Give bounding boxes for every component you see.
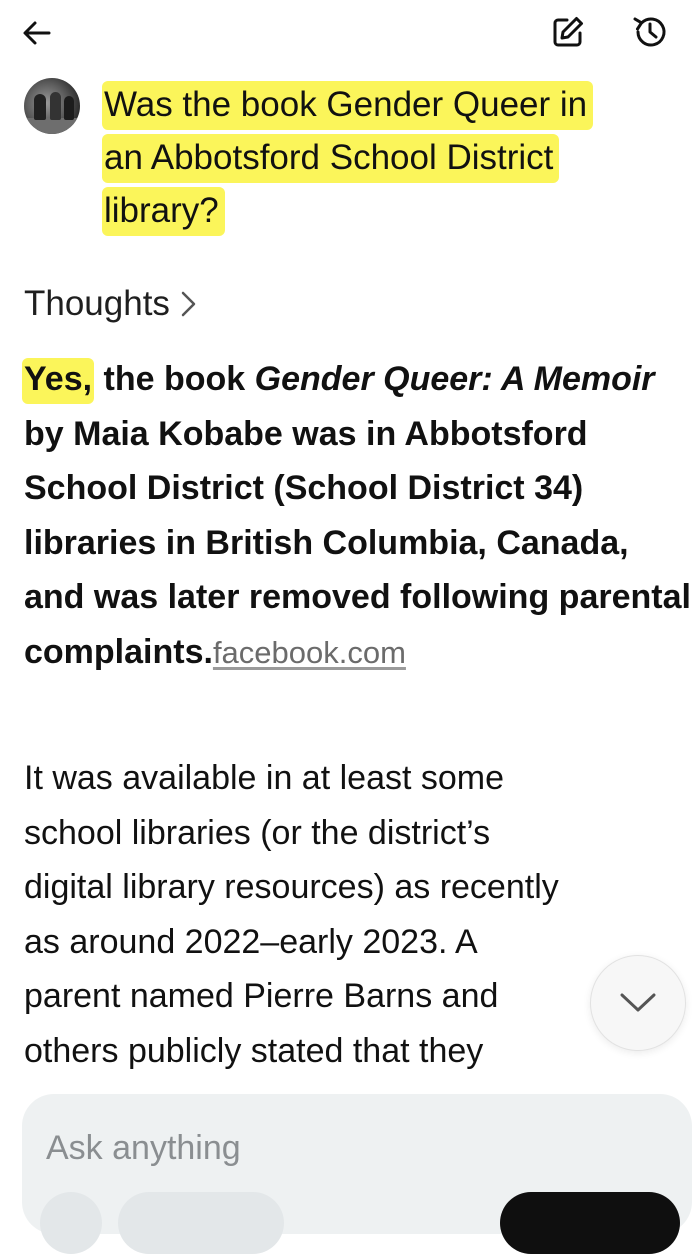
para2-line-1: It was available in at least some [24, 759, 505, 797]
thoughts-label: Thoughts [24, 284, 170, 323]
arrow-left-icon [23, 21, 51, 45]
answer-yes: Yes, [22, 358, 95, 404]
para2-line-6: others publicly stated that they [24, 1031, 484, 1070]
answer-text-b: by Maia Kobabe was in Abbotsford School … [24, 414, 691, 671]
composer [22, 1094, 692, 1254]
scroll-to-bottom-button[interactable] [590, 955, 686, 1051]
ask-input[interactable] [44, 1124, 648, 1172]
para2-line-5: parent named Pierre Barns and [24, 977, 499, 1015]
submit-button[interactable] [500, 1192, 680, 1254]
book-title: Gender Queer: A Memoir [254, 360, 655, 398]
back-button[interactable] [14, 10, 60, 56]
question-line-1: Was the book Gender Queer in [102, 81, 594, 130]
new-chat-button[interactable] [544, 8, 592, 56]
chevron-right-icon [181, 291, 196, 317]
source-link[interactable]: facebook.com [213, 635, 406, 670]
mode-selector-button[interactable] [118, 1192, 284, 1254]
para2-line-2: school libraries (or the district’s [24, 813, 491, 852]
question-line-2: an Abbotsford School District [102, 134, 560, 183]
chevron-down-icon [620, 993, 656, 1012]
attach-button[interactable] [40, 1192, 102, 1254]
answer-paragraph-2: It was available in at least some school… [24, 751, 692, 1078]
para2-line-3: digital library resources) as recently [24, 868, 559, 906]
avatar [24, 78, 80, 134]
edit-square-icon [553, 17, 583, 47]
question-line-3: library? [102, 187, 225, 236]
answer-paragraph: Yes, the book Gender Queer: A Memoir by … [22, 352, 692, 680]
thoughts-toggle[interactable]: Thoughts [24, 278, 198, 330]
history-button[interactable] [626, 8, 674, 56]
history-icon [633, 17, 666, 47]
para2-line-4: as around 2022–early 2023. A [24, 922, 478, 961]
user-question: Was the book Gender Queer in an Abbotsfo… [102, 78, 674, 237]
top-bar [0, 0, 699, 64]
answer-text-a: the book [94, 360, 255, 398]
